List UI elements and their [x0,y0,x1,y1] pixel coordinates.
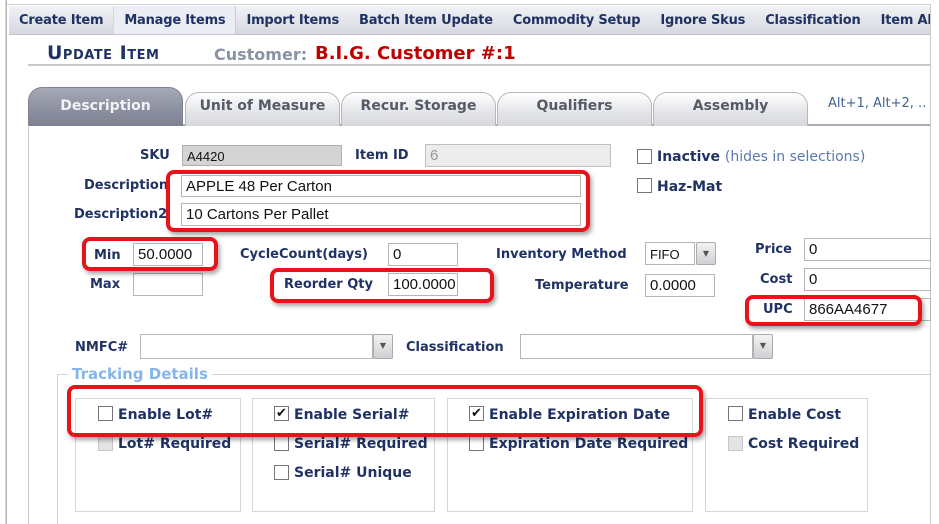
cost-label: Cost [760,272,793,287]
inventory-method-label: Inventory Method [496,247,627,262]
description-input[interactable]: APPLE 48 Per Carton [181,175,581,197]
page-title: Update Item [47,42,160,64]
serial-required-checkbox[interactable] [274,436,289,451]
serial-unique-label: Serial# Unique [294,465,412,481]
tab-bar: Description Unit of Measure Recur. Stora… [28,86,930,126]
enable-expiration-checkbox[interactable]: ✔ [469,406,484,421]
nmfc-dropdown-icon[interactable]: ▼ [373,334,393,359]
classification-dropdown-icon[interactable]: ▼ [753,334,773,359]
serial-required-label: Serial# Required [294,436,428,452]
tab-shortcut-hint: Alt+1, Alt+2, .. [828,96,927,111]
nmfc-select[interactable] [140,334,373,359]
haz-mat-label: Haz-Mat [657,179,723,195]
description-label: Description [84,178,169,193]
customer-label: Customer: [214,45,308,64]
temperature-input[interactable]: 0.0000 [645,274,715,297]
cost-required-checkbox [728,436,743,451]
enable-expiration-label: Enable Expiration Date [489,407,671,423]
tracking-details-legend: Tracking Details [68,365,212,383]
temperature-label: Temperature [535,278,629,293]
enable-lot-label: Enable Lot# [118,407,214,423]
page-header: Update Item Customer: B.I.G. Customer #:… [28,42,930,66]
upc-input[interactable]: 866AA4677 [804,298,931,321]
nav-manage-items[interactable]: Manage Items [113,6,237,34]
inactive-checkbox[interactable] [637,149,652,164]
price-label: Price [755,242,792,257]
inventory-method-dropdown-icon[interactable]: ▼ [696,242,716,265]
window-border-right [930,5,931,524]
description2-input[interactable]: 10 Cartons Per Pallet [181,203,581,226]
expiration-required-label: Expiration Date Required [489,436,689,452]
window-border-left [5,0,7,524]
tab-description[interactable]: Description [28,87,183,126]
upc-label: UPC [763,302,793,317]
nav-ignore-skus[interactable]: Ignore Skus [650,6,755,34]
nav-item-alias[interactable]: Item Alias [871,6,930,34]
min-input[interactable]: 50.0000 [133,243,203,266]
max-input[interactable] [133,273,203,296]
sku-field: A4420 [182,145,342,166]
inactive-label: Inactive (hides in selections) [657,149,865,165]
max-label: Max [90,277,121,292]
item-id-label: Item ID [355,148,409,163]
tab-unit-of-measure[interactable]: Unit of Measure [185,92,340,126]
serial-unique-checkbox[interactable] [274,465,289,480]
nav-import-items[interactable]: Import Items [236,6,349,34]
classification-select[interactable] [520,334,753,359]
customer-name: B.I.G. Customer #:1 [315,43,516,64]
nav-classification[interactable]: Classification [755,6,870,34]
cycle-count-input[interactable]: 0 [388,243,458,266]
lot-required-label: Lot# Required [118,436,232,452]
nav-commodity-setup[interactable]: Commodity Setup [503,6,650,34]
nav-create-item[interactable]: Create Item [9,6,113,34]
item-id-field: 6 [425,144,611,167]
description2-label: Description2 [74,207,168,222]
enable-serial-checkbox[interactable]: ✔ [274,406,289,421]
reorder-qty-input[interactable]: 100.0000 [388,273,458,296]
reorder-qty-label: Reorder Qty [284,277,373,292]
tab-recur-storage[interactable]: Recur. Storage [341,92,496,126]
window-border-top [5,4,931,5]
enable-cost-label: Enable Cost [748,407,842,423]
min-label: Min [94,248,121,263]
inactive-note: (hides in selections) [724,149,866,165]
price-input[interactable]: 0 [804,238,931,261]
cost-required-label: Cost Required [748,436,860,452]
enable-cost-checkbox[interactable] [728,406,743,421]
cycle-count-label: CycleCount(days) [240,247,368,262]
cost-input[interactable]: 0 [804,268,931,291]
haz-mat-checkbox[interactable] [637,178,652,193]
nmfc-label: NMFC# [75,340,129,355]
enable-serial-label: Enable Serial# [294,407,410,423]
nav-batch-item-update[interactable]: Batch Item Update [349,6,503,34]
classification-label: Classification [406,340,504,355]
sku-label: SKU [140,148,170,163]
lot-required-checkbox [98,436,113,451]
inactive-label-text: Inactive [657,149,721,165]
top-nav: Create Item Manage Items Import Items Ba… [9,6,930,35]
expiration-required-checkbox[interactable] [469,436,484,451]
enable-lot-checkbox[interactable] [98,406,113,421]
tab-assembly[interactable]: Assembly [653,92,808,126]
inventory-method-select[interactable]: FIFO [645,242,695,265]
tab-qualifiers[interactable]: Qualifiers [497,92,652,126]
